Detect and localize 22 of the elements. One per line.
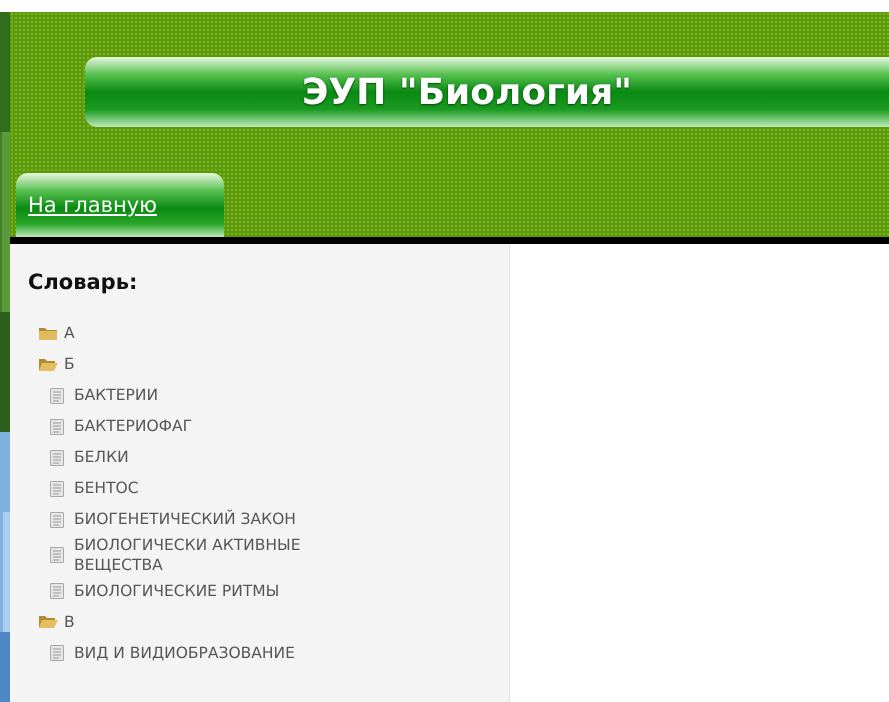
letter-link[interactable]: А [64,323,75,344]
term-link[interactable]: БИОГЕНЕТИЧЕСКИЙ ЗАКОН [74,509,296,530]
term-link[interactable]: БИОЛОГИЧЕСКИЕ РИТМЫ [74,580,280,601]
letter-link[interactable]: В [64,612,75,632]
letter-link[interactable]: Б [64,354,75,375]
term-link[interactable]: БЕЛКИ [74,447,129,468]
term-link[interactable]: БАКТЕРИИ [74,385,158,406]
document-icon [50,512,64,528]
term-link[interactable]: БАКТЕРИОФАГ [74,416,192,437]
document-icon [50,418,64,434]
document-icon [50,480,64,496]
term-link[interactable]: ВИД И ВИДИОБРАЗОВАНИЕ [74,642,295,663]
document-icon [50,582,64,599]
document-icon [50,450,64,466]
term-link[interactable]: БИОЛОГИЧЕСКИ АКТИВНЫЕ ВЕЩЕСТВА [74,535,394,576]
home-link[interactable]: На главную [16,173,224,237]
site-title: ЭУП "Биология" [302,72,632,112]
document-icon [50,547,64,564]
document-icon [50,388,64,404]
term-link[interactable]: БЕНТОС [74,478,139,499]
document-icon [50,644,64,661]
dictionary-heading: Словарь: [28,270,138,294]
